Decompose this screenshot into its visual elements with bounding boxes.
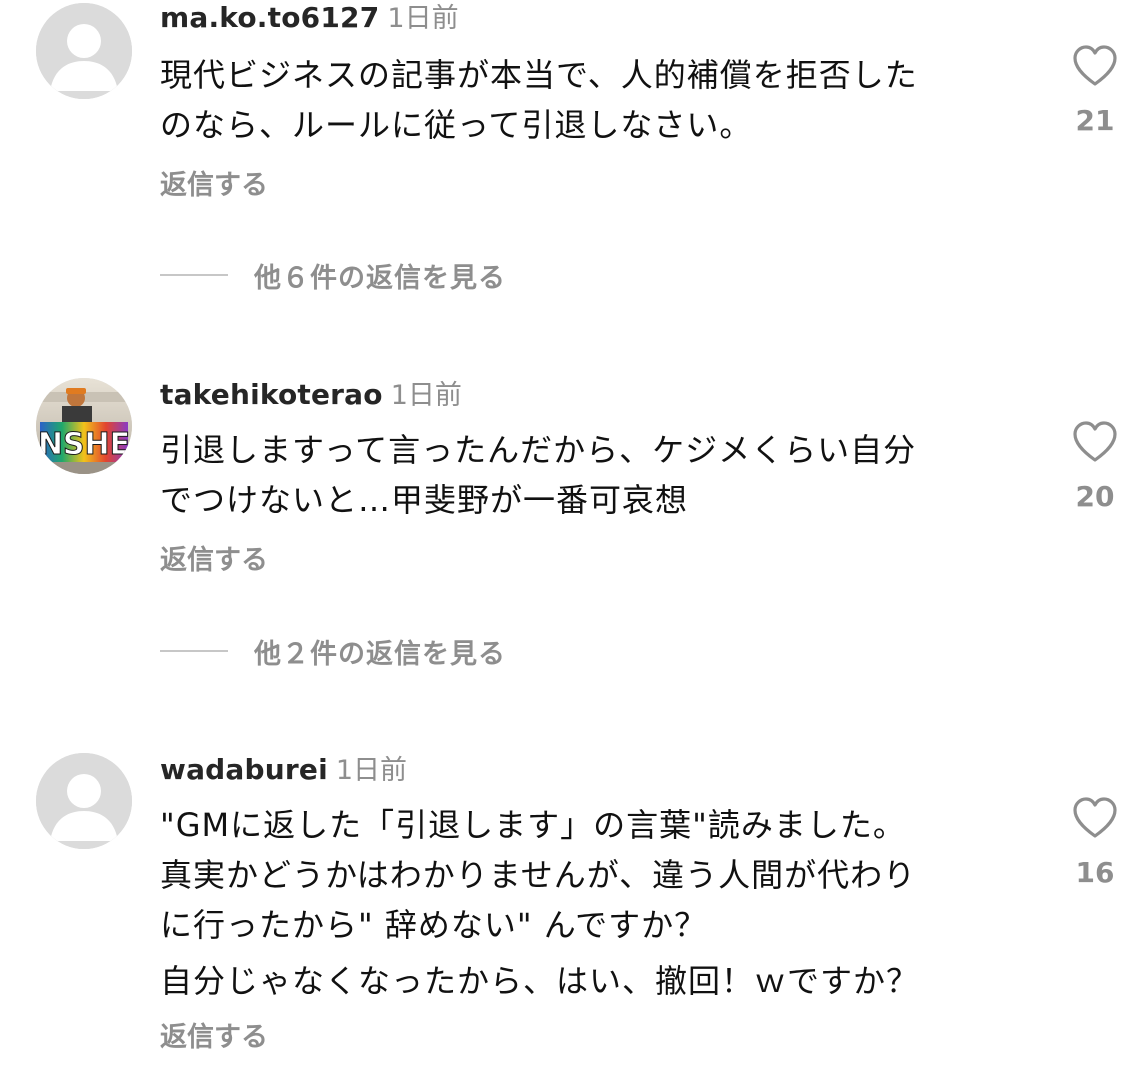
comment-line: "GMに返した「引退します」の言葉"読みました。 bbox=[160, 806, 906, 844]
timestamp: 1日前 bbox=[390, 380, 462, 411]
default-avatar-icon bbox=[36, 753, 132, 849]
like-count: 16 bbox=[1075, 856, 1115, 889]
comment-meta: wadaburei 1日前 bbox=[160, 752, 407, 788]
view-replies-label: 他６件の返信を見る bbox=[254, 262, 506, 294]
username[interactable]: takehikoterao bbox=[160, 378, 383, 411]
heart-icon[interactable] bbox=[1071, 44, 1119, 88]
comment-meta: ma.ko.to6127 1日前 bbox=[160, 0, 459, 36]
comment-line: でつけないと…甲斐野が一番可哀想 bbox=[160, 481, 689, 519]
like-count: 21 bbox=[1075, 104, 1115, 137]
profile-photo: NSHE bbox=[36, 378, 132, 474]
heart-icon[interactable] bbox=[1071, 796, 1119, 840]
default-avatar-icon bbox=[36, 3, 132, 99]
comment-text: "GMに返した「引退します」の言葉"読みました。 真実かどうかはわかりませんが、… bbox=[160, 800, 1020, 1006]
heart-icon[interactable] bbox=[1071, 420, 1119, 464]
view-replies-label: 他２件の返信を見る bbox=[254, 638, 506, 670]
like-group: 20 bbox=[1060, 420, 1130, 513]
view-replies-button[interactable]: 他２件の返信を見る bbox=[160, 633, 506, 670]
comment-line: のなら、ルールに従って引退しなさい。 bbox=[160, 106, 753, 144]
avatar[interactable] bbox=[36, 3, 132, 99]
divider-line bbox=[160, 650, 228, 652]
reply-button[interactable]: 返信する bbox=[160, 168, 268, 204]
comment-line: 現代ビジネスの記事が本当で、人的補償を拒否した bbox=[160, 56, 918, 94]
comment-line: に行ったから" 辞めない" んですか？ bbox=[160, 906, 708, 944]
avatar[interactable] bbox=[36, 753, 132, 849]
comment-line: 自分じゃなくなったから、はい、撤回！ｗですか？ bbox=[160, 962, 920, 1000]
like-group: 16 bbox=[1060, 796, 1130, 889]
reply-button[interactable]: 返信する bbox=[160, 543, 268, 579]
username[interactable]: wadaburei bbox=[160, 753, 328, 786]
timestamp: 1日前 bbox=[335, 755, 408, 786]
view-replies-button[interactable]: 他６件の返信を見る bbox=[160, 257, 506, 294]
comment-text: 引退しますって言ったんだから、ケジメくらい自分 でつけないと…甲斐野が一番可哀想 bbox=[160, 425, 1020, 525]
username[interactable]: ma.ko.to6127 bbox=[160, 1, 379, 34]
like-group: 21 bbox=[1060, 44, 1130, 137]
comment-line: 引退しますって言ったんだから、ケジメくらい自分 bbox=[160, 431, 917, 469]
svg-text:NSHE: NSHE bbox=[38, 427, 130, 462]
comment-meta: takehikoterao 1日前 bbox=[160, 377, 462, 413]
avatar[interactable]: NSHE bbox=[36, 378, 132, 474]
timestamp: 1日前 bbox=[387, 3, 459, 34]
like-count: 20 bbox=[1075, 480, 1115, 513]
comment-line: 真実かどうかはわかりませんが、違う人間が代わり bbox=[160, 856, 917, 894]
comment-text: 現代ビジネスの記事が本当で、人的補償を拒否した のなら、ルールに従って引退しなさ… bbox=[160, 50, 1020, 150]
reply-button[interactable]: 返信する bbox=[160, 1020, 268, 1056]
divider-line bbox=[160, 274, 228, 276]
